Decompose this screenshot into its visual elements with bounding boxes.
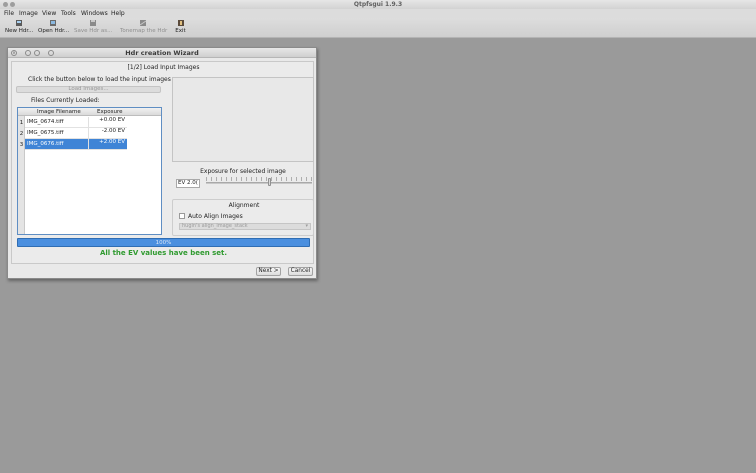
new-hdr-button[interactable]: New Hdr... [5,19,34,37]
load-images-button[interactable]: Load Images... [16,86,161,93]
progress-text: 100% [155,240,172,246]
menu-windows[interactable]: Windows [81,10,108,17]
save-hdr-label: Save Hdr as... [74,28,113,34]
alignment-title: Alignment [228,202,260,209]
wizard-page: [1/2] Load Input Images Click the button… [11,61,314,264]
exposure-cell[interactable]: +0.00 EV [88,117,127,128]
table-row-selected[interactable]: IMG_0676.tiff [25,139,88,150]
menu-help[interactable]: Help [111,10,125,17]
app-titlebar: Qtpfsgui 1.9.3 [0,0,756,9]
align-method-value: hugin's align_image_stack [182,223,248,229]
exit-button[interactable]: Exit [173,19,188,37]
hdr-wizard-dialog: × Hdr creation Wizard [1/2] Load Input I… [7,47,317,279]
dialog-titlebar: × Hdr creation Wizard [8,48,316,58]
column-header-filename[interactable]: Image Filename [37,109,81,115]
alignment-group: Alignment Auto Align Images hugin's alig… [172,199,314,236]
table-row[interactable]: IMG_0674.tiff [25,117,88,128]
new-hdr-label: New Hdr... [5,28,34,34]
image-preview [172,77,314,162]
open-hdr-button[interactable]: Open Hdr... [38,19,70,37]
open-hdr-label: Open Hdr... [38,28,70,34]
table-row[interactable]: IMG_0675.tiff [25,128,88,139]
open-hdr-icon [50,20,56,26]
exit-label: Exit [175,28,186,34]
exposure-label: Exposure for selected image [200,168,286,175]
column-header-exposure[interactable]: Exposure [97,109,122,115]
auto-align-checkbox[interactable] [179,213,185,219]
align-method-select[interactable]: hugin's align_image_stack ▾ [179,223,311,230]
menu-file[interactable]: File [4,10,14,17]
status-message: All the EV values have been set. [99,249,228,257]
cancel-button[interactable]: Cancel [288,267,313,276]
exposure-cell-selected[interactable]: +2.00 EV [88,139,127,150]
exit-icon [177,20,184,26]
dialog-title: Hdr creation Wizard [125,49,199,57]
row-number: 1 [19,120,24,126]
menu-image[interactable]: Image [19,10,38,17]
files-table[interactable]: Image Filename Exposure 1 IMG_0674.tiff … [17,107,162,235]
exposure-cell[interactable]: -2.00 EV [88,128,127,139]
menu-tools[interactable]: Tools [61,10,76,17]
exposure-slider-handle[interactable] [268,178,271,186]
ev-spinbox[interactable]: EV 2.0( [176,179,200,188]
menu-bar: File Image View Tools Windows Help [0,9,756,18]
progress-bar: 100% [17,238,310,247]
tonemap-label: Tonemap the Hdr [120,28,168,34]
row-number: 2 [19,131,24,137]
save-hdr-button[interactable]: Save Hdr as... [74,19,112,37]
files-loaded-label: Files Currently Loaded: [31,97,100,104]
next-button[interactable]: Next > [256,267,281,276]
app-title: Qtpfsgui 1.9.3 [353,1,403,8]
auto-align-label[interactable]: Auto Align Images [188,213,243,220]
main-toolbar: New Hdr... Open Hdr... Save Hdr as... To… [0,18,756,38]
new-hdr-icon [15,20,22,26]
row-number: 3 [19,142,24,148]
table-header: Image Filename Exposure [18,108,161,116]
exposure-slider[interactable] [206,182,312,184]
save-icon [90,20,96,26]
tonemap-button[interactable]: Tonemap the Hdr [120,19,168,37]
chevron-down-icon: ▾ [305,223,308,229]
load-instructions: Click the button below to load the input… [28,76,171,83]
menu-view[interactable]: View [42,10,56,17]
section-title: [1/2] Load Input Images [127,64,200,71]
slider-ticks [206,177,312,181]
tonemap-icon [139,20,146,26]
